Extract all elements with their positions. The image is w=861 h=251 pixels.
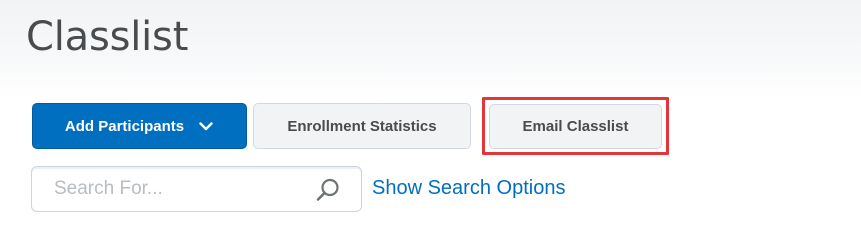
add-participants-label: Add Participants xyxy=(64,117,185,135)
search-input[interactable] xyxy=(42,171,314,207)
add-participants-button[interactable]: Add Participants xyxy=(32,103,247,149)
show-search-options-link[interactable]: Show Search Options xyxy=(372,175,565,201)
enrollment-statistics-button[interactable]: Enrollment Statistics xyxy=(253,103,471,149)
enrollment-statistics-label: Enrollment Statistics xyxy=(287,117,437,135)
chevron-down-icon xyxy=(198,118,214,134)
search-icon[interactable] xyxy=(315,177,341,203)
email-classlist-button[interactable]: Email Classlist xyxy=(489,104,662,149)
search-box xyxy=(31,166,362,212)
page-title: Classlist xyxy=(26,14,189,60)
email-classlist-label: Email Classlist xyxy=(522,118,629,135)
